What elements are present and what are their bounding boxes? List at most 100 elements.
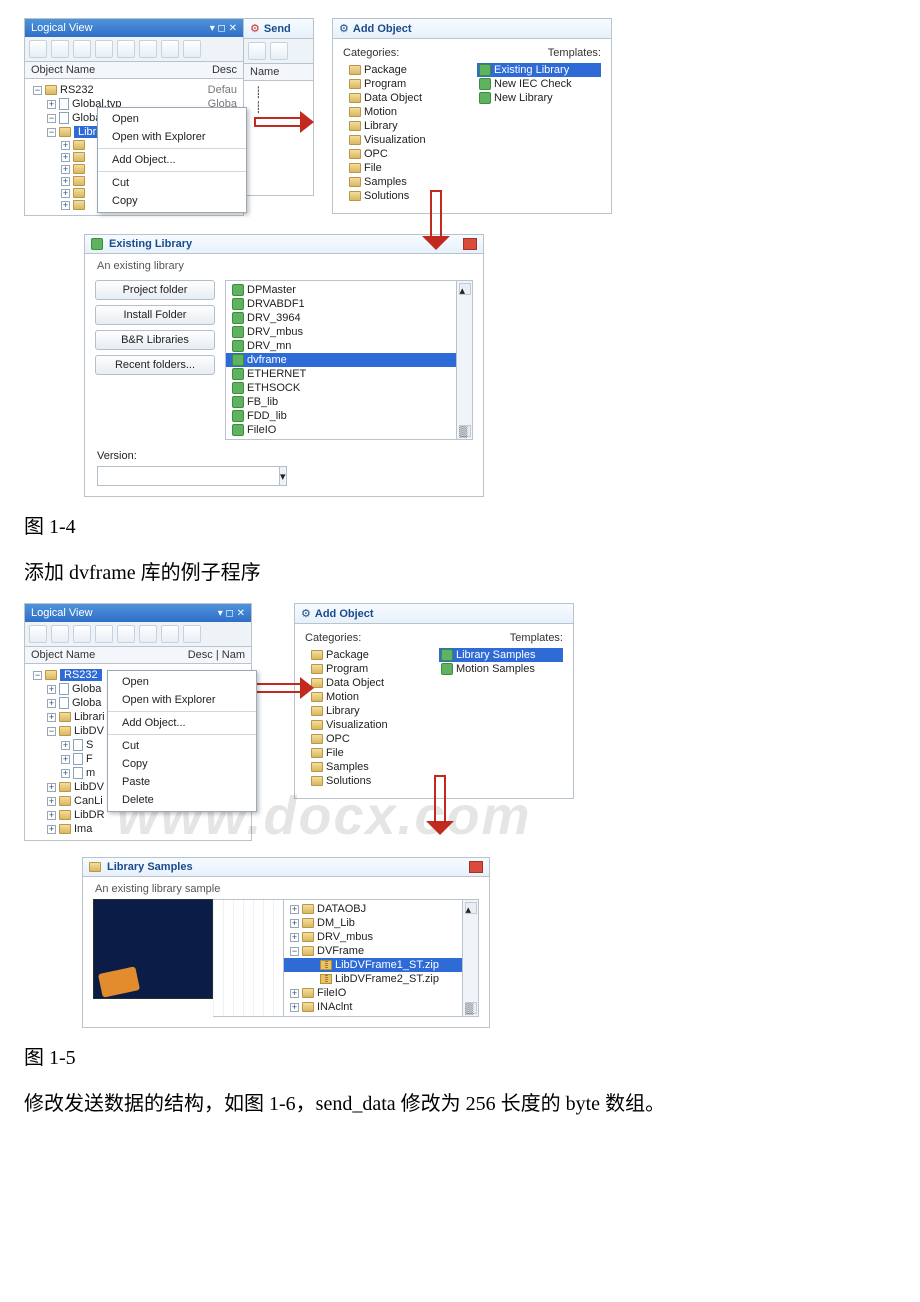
templates-list[interactable]: Library SamplesMotion Samples — [439, 648, 563, 788]
tree-row[interactable]: + DATAOBJ — [284, 902, 462, 916]
tree-label[interactable]: LibDV — [74, 725, 104, 737]
expand-toggle[interactable]: + — [61, 141, 70, 150]
close-button[interactable] — [469, 861, 483, 873]
expand-toggle[interactable]: + — [61, 741, 70, 750]
expand-toggle[interactable]: + — [61, 189, 70, 198]
expand-toggle[interactable]: + — [290, 905, 299, 914]
toolbar-btn[interactable] — [117, 625, 135, 643]
tree-label[interactable]: Globa — [72, 697, 101, 709]
tree-row[interactable]: LibDVFrame2_ST.zip — [284, 972, 462, 986]
toolbar-btn[interactable] — [161, 625, 179, 643]
list-item[interactable]: Package — [305, 648, 429, 662]
expand-toggle[interactable]: − — [47, 128, 56, 137]
categories-list[interactable]: PackageProgramData ObjectMotionLibraryVi… — [305, 648, 429, 788]
menu-item[interactable]: Open with Explorer — [108, 691, 256, 709]
list-item[interactable]: DRV_3964 — [226, 311, 456, 325]
list-item[interactable]: DRVABDF1 — [226, 297, 456, 311]
sample-tree[interactable]: +DATAOBJ+DM_Lib+DRV_mbus−DVFrameLibDVFra… — [284, 900, 462, 1016]
list-item[interactable]: FileIO — [226, 423, 456, 437]
tree-row[interactable]: − DVFrame — [284, 944, 462, 958]
tree-label[interactable]: F — [86, 753, 93, 765]
tree-row[interactable]: +FileIO — [284, 986, 462, 1000]
tree-label[interactable]: m — [86, 767, 95, 779]
list-item[interactable]: ETHERNET — [226, 367, 456, 381]
toolbar-btn[interactable] — [139, 40, 157, 58]
toolbar-btn[interactable] — [95, 40, 113, 58]
close-button[interactable] — [463, 238, 477, 250]
version-select[interactable] — [97, 466, 280, 486]
library-list[interactable]: DPMasterDRVABDF1DRV_3964DRV_mbusDRV_mndv… — [226, 281, 456, 439]
list-item[interactable]: Data Object — [305, 676, 429, 690]
list-item[interactable]: DRV_mn — [226, 339, 456, 353]
tree-label[interactable]: RS232 — [60, 669, 102, 681]
list-item[interactable]: Package — [343, 63, 467, 77]
list-item[interactable]: File — [305, 746, 429, 760]
context-menu[interactable]: OpenOpen with ExplorerAdd Object...CutCo… — [97, 107, 247, 213]
toolbar-btn[interactable] — [29, 40, 47, 58]
tree-label[interactable]: CanLi — [74, 795, 103, 807]
toolbar-btn[interactable] — [117, 40, 135, 58]
list-item[interactable]: Library — [343, 119, 467, 133]
tree-row[interactable]: LibDVFrame1_ST.zip — [284, 958, 462, 972]
menu-item[interactable]: Open — [108, 673, 256, 691]
expand-toggle[interactable]: + — [290, 919, 299, 928]
list-item[interactable]: Motion — [305, 690, 429, 704]
expand-toggle[interactable]: + — [61, 769, 70, 778]
expand-toggle[interactable]: + — [61, 177, 70, 186]
tree-label[interactable]: DRV_mbus — [317, 931, 373, 943]
tree-label[interactable]: DATAOBJ — [317, 903, 366, 915]
expand-toggle[interactable]: − — [47, 114, 56, 123]
toolbar-btn[interactable] — [29, 625, 47, 643]
categories-list[interactable]: PackageProgramData ObjectMotionLibraryVi… — [343, 63, 467, 203]
template-item[interactable]: New IEC Check — [477, 77, 601, 91]
expand-toggle[interactable]: − — [47, 727, 56, 736]
menu-item[interactable]: Open with Explorer — [98, 128, 246, 146]
source-button[interactable]: Install Folder — [95, 305, 215, 325]
menu-item[interactable]: Add Object... — [108, 714, 256, 732]
menu-item[interactable]: Copy — [98, 192, 246, 210]
toolbar-btn[interactable] — [73, 625, 91, 643]
list-item[interactable]: Samples — [343, 175, 467, 189]
expand-toggle[interactable]: + — [47, 783, 56, 792]
list-item[interactable]: OPC — [305, 732, 429, 746]
toolbar-btn[interactable] — [183, 625, 201, 643]
tree-row[interactable]: −RS232Defau — [27, 83, 241, 97]
list-item[interactable]: DRV_mbus — [226, 325, 456, 339]
template-item[interactable]: New Library — [477, 91, 601, 105]
list-item[interactable]: FB_lib — [226, 395, 456, 409]
list-item[interactable]: ETHSOCK — [226, 381, 456, 395]
source-button[interactable]: Project folder — [95, 280, 215, 300]
menu-item[interactable]: Cut — [108, 737, 256, 755]
tree-label[interactable]: Librari — [74, 711, 105, 723]
expand-toggle[interactable]: + — [47, 100, 56, 109]
tree-label[interactable]: DVFrame — [317, 945, 364, 957]
expand-toggle[interactable]: + — [47, 699, 56, 708]
template-item[interactable]: Library Samples — [439, 648, 563, 662]
tree-row[interactable]: +INAclnt — [284, 1000, 462, 1014]
list-item[interactable]: Solutions — [305, 774, 429, 788]
toolbar-btn[interactable] — [95, 625, 113, 643]
list-item[interactable]: Visualization — [305, 718, 429, 732]
list-item[interactable]: Solutions — [343, 189, 467, 203]
menu-item[interactable]: Paste — [108, 773, 256, 791]
tree-label[interactable]: LibDVFrame2_ST.zip — [335, 973, 439, 985]
list-item[interactable]: Data Object — [343, 91, 467, 105]
toolbar-btn[interactable] — [51, 40, 69, 58]
expand-toggle[interactable]: + — [47, 797, 56, 806]
list-item[interactable]: File — [343, 161, 467, 175]
expand-toggle[interactable]: + — [61, 201, 70, 210]
expand-toggle[interactable]: + — [61, 153, 70, 162]
source-button[interactable]: B&R Libraries — [95, 330, 215, 350]
list-item[interactable]: DPMaster — [226, 283, 456, 297]
toolbar-btn[interactable] — [139, 625, 157, 643]
source-button[interactable]: Recent folders... — [95, 355, 215, 375]
template-item[interactable]: Existing Library — [477, 63, 601, 77]
context-menu[interactable]: OpenOpen with Explorer Add Object... CutCo… — [107, 670, 257, 812]
tree-label[interactable]: DM_Lib — [317, 917, 355, 929]
template-item[interactable]: Motion Samples — [439, 662, 563, 676]
expand-toggle[interactable]: + — [290, 1003, 299, 1012]
expand-toggle[interactable]: + — [61, 755, 70, 764]
expand-toggle[interactable]: + — [47, 825, 56, 834]
expand-toggle[interactable]: − — [290, 947, 299, 956]
menu-item[interactable]: Copy — [108, 755, 256, 773]
